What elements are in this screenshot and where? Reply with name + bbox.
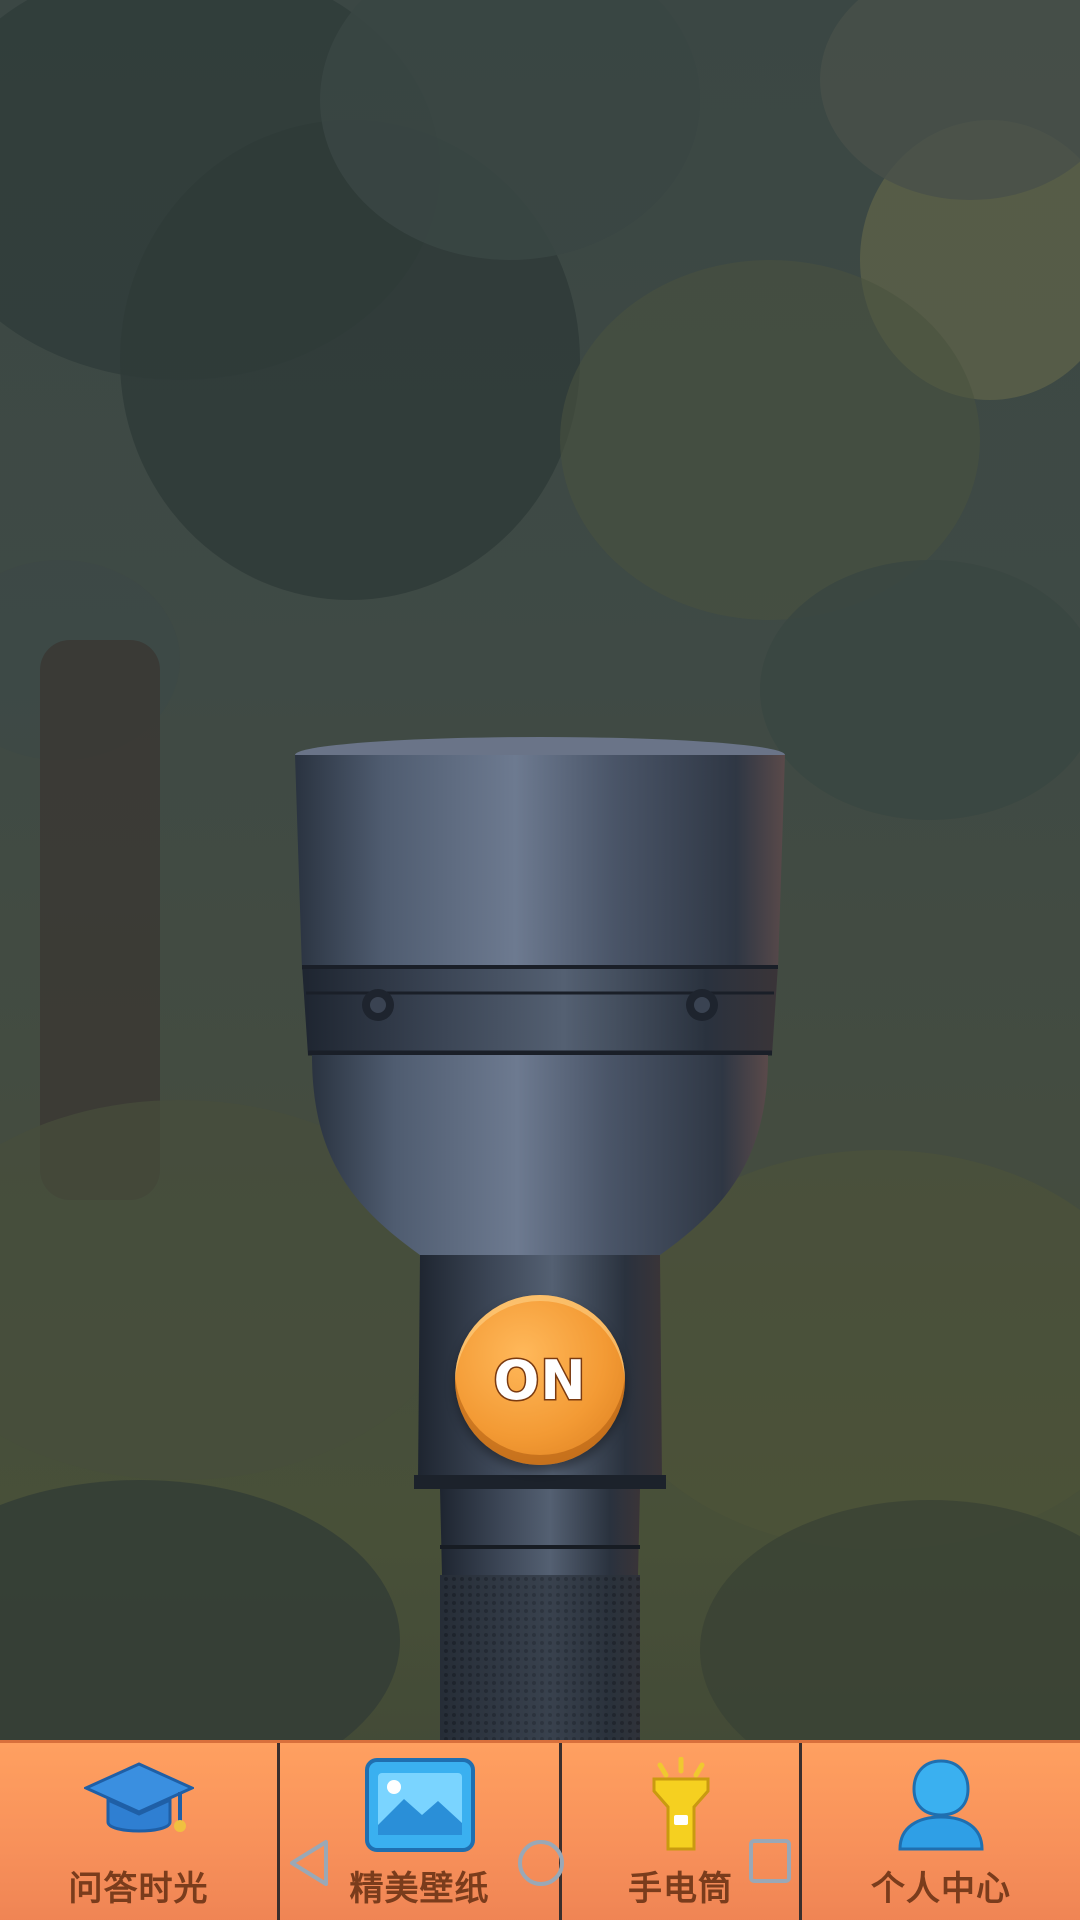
bottom-nav: 问答时光 精美壁纸 手电筒 个人中心	[0, 1740, 1080, 1920]
nav-label-flashlight: 手电筒	[628, 1869, 733, 1909]
recents-icon[interactable]	[748, 1838, 792, 1884]
picture-icon	[364, 1757, 476, 1853]
graduation-cap-icon	[83, 1757, 194, 1853]
nav-label-qa: 问答时光	[68, 1869, 209, 1909]
back-icon[interactable]	[288, 1838, 330, 1888]
nav-label-profile: 个人中心	[871, 1869, 1011, 1909]
nav-label-wallpaper: 精美壁纸	[349, 1869, 490, 1909]
nav-item-qa[interactable]: 问答时光	[0, 1743, 280, 1920]
nav-item-wallpaper[interactable]: 精美壁纸	[280, 1743, 562, 1920]
person-icon	[896, 1757, 986, 1853]
flashlight-icon	[646, 1757, 716, 1853]
nav-item-profile[interactable]: 个人中心	[802, 1743, 1080, 1920]
home-icon[interactable]	[516, 1838, 566, 1888]
app-screen: ON 问答时光 精美壁纸 手电筒 个人中心	[0, 0, 1080, 1920]
flashlight-toggle-label: ON	[492, 1347, 587, 1413]
flashlight-toggle-button[interactable]: ON	[455, 1295, 625, 1465]
flashlight-illustration	[295, 737, 785, 1745]
nav-item-flashlight[interactable]: 手电筒	[562, 1743, 802, 1920]
